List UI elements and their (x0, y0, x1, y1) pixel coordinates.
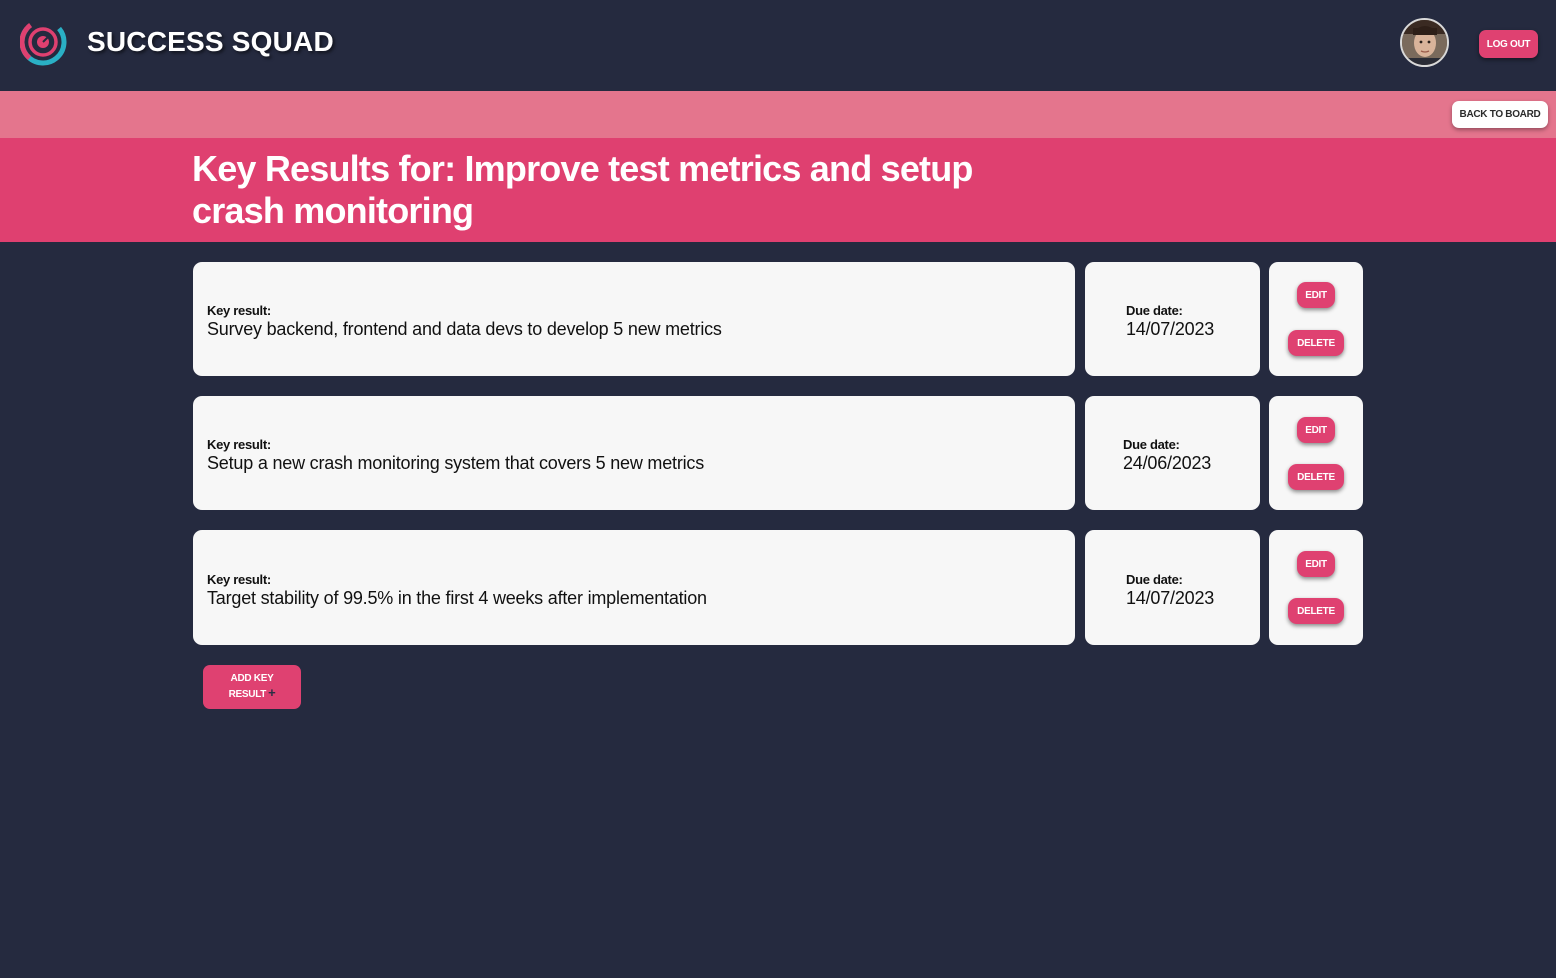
due-date-card: Due date: 14/07/2023 (1085, 530, 1260, 645)
page-title-line-1: Key Results for: Improve test metrics an… (192, 148, 973, 189)
key-result-label: Key result: (207, 572, 271, 587)
due-date-value: 14/07/2023 (1126, 319, 1215, 339)
actions-card: EDIT DELETE (1269, 396, 1363, 510)
key-result-label: Key result: (207, 437, 271, 452)
edit-button[interactable]: EDIT (1297, 417, 1335, 443)
add-key-result-line-2: RESULT (228, 689, 267, 700)
brand-title: SUCCESS SQUAD (87, 26, 334, 57)
page-title-line-2: crash monitoring (192, 190, 474, 231)
due-date-label: Due date: (1126, 303, 1183, 318)
actions-card: EDIT DELETE (1269, 530, 1363, 645)
due-date-card: Due date: 24/06/2023 (1085, 396, 1260, 510)
key-result-card: Key result: Target stability of 99.5% in… (193, 530, 1075, 645)
actions-card: EDIT DELETE (1269, 262, 1363, 376)
due-date-label: Due date: (1123, 437, 1180, 452)
due-date-value: 24/06/2023 (1123, 453, 1212, 473)
key-result-label: Key result: (207, 303, 271, 318)
due-date-value: 14/07/2023 (1126, 588, 1215, 608)
page-title: Key Results for: Improve test metrics an… (192, 148, 992, 232)
add-key-result-button[interactable]: ADD KEY RESULT + (203, 665, 301, 709)
logout-button[interactable]: LOG OUT (1479, 30, 1538, 58)
plus-icon: + (268, 685, 276, 700)
sub-toolbar (0, 91, 1556, 138)
due-date-card: Due date: 14/07/2023 (1085, 262, 1260, 376)
back-to-board-button[interactable]: BACK TO BOARD (1452, 101, 1548, 128)
key-result-text: Setup a new crash monitoring system that… (207, 453, 705, 473)
user-avatar[interactable] (1400, 18, 1449, 67)
due-date-label: Due date: (1126, 572, 1183, 587)
logo-icon[interactable] (19, 17, 68, 67)
add-key-result-line-1: ADD KEY (230, 673, 274, 684)
delete-button[interactable]: DELETE (1288, 464, 1344, 490)
delete-button[interactable]: DELETE (1288, 330, 1344, 356)
key-result-card: Key result: Setup a new crash monitoring… (193, 396, 1075, 510)
key-result-text: Survey backend, frontend and data devs t… (207, 319, 722, 339)
edit-button[interactable]: EDIT (1297, 551, 1335, 577)
key-result-text: Target stability of 99.5% in the first 4… (207, 588, 707, 608)
top-navbar: SUCCESS SQUAD LOG OUT (0, 0, 1556, 91)
key-result-card: Key result: Survey backend, frontend and… (193, 262, 1075, 376)
delete-button[interactable]: DELETE (1288, 598, 1344, 624)
edit-button[interactable]: EDIT (1297, 282, 1335, 308)
